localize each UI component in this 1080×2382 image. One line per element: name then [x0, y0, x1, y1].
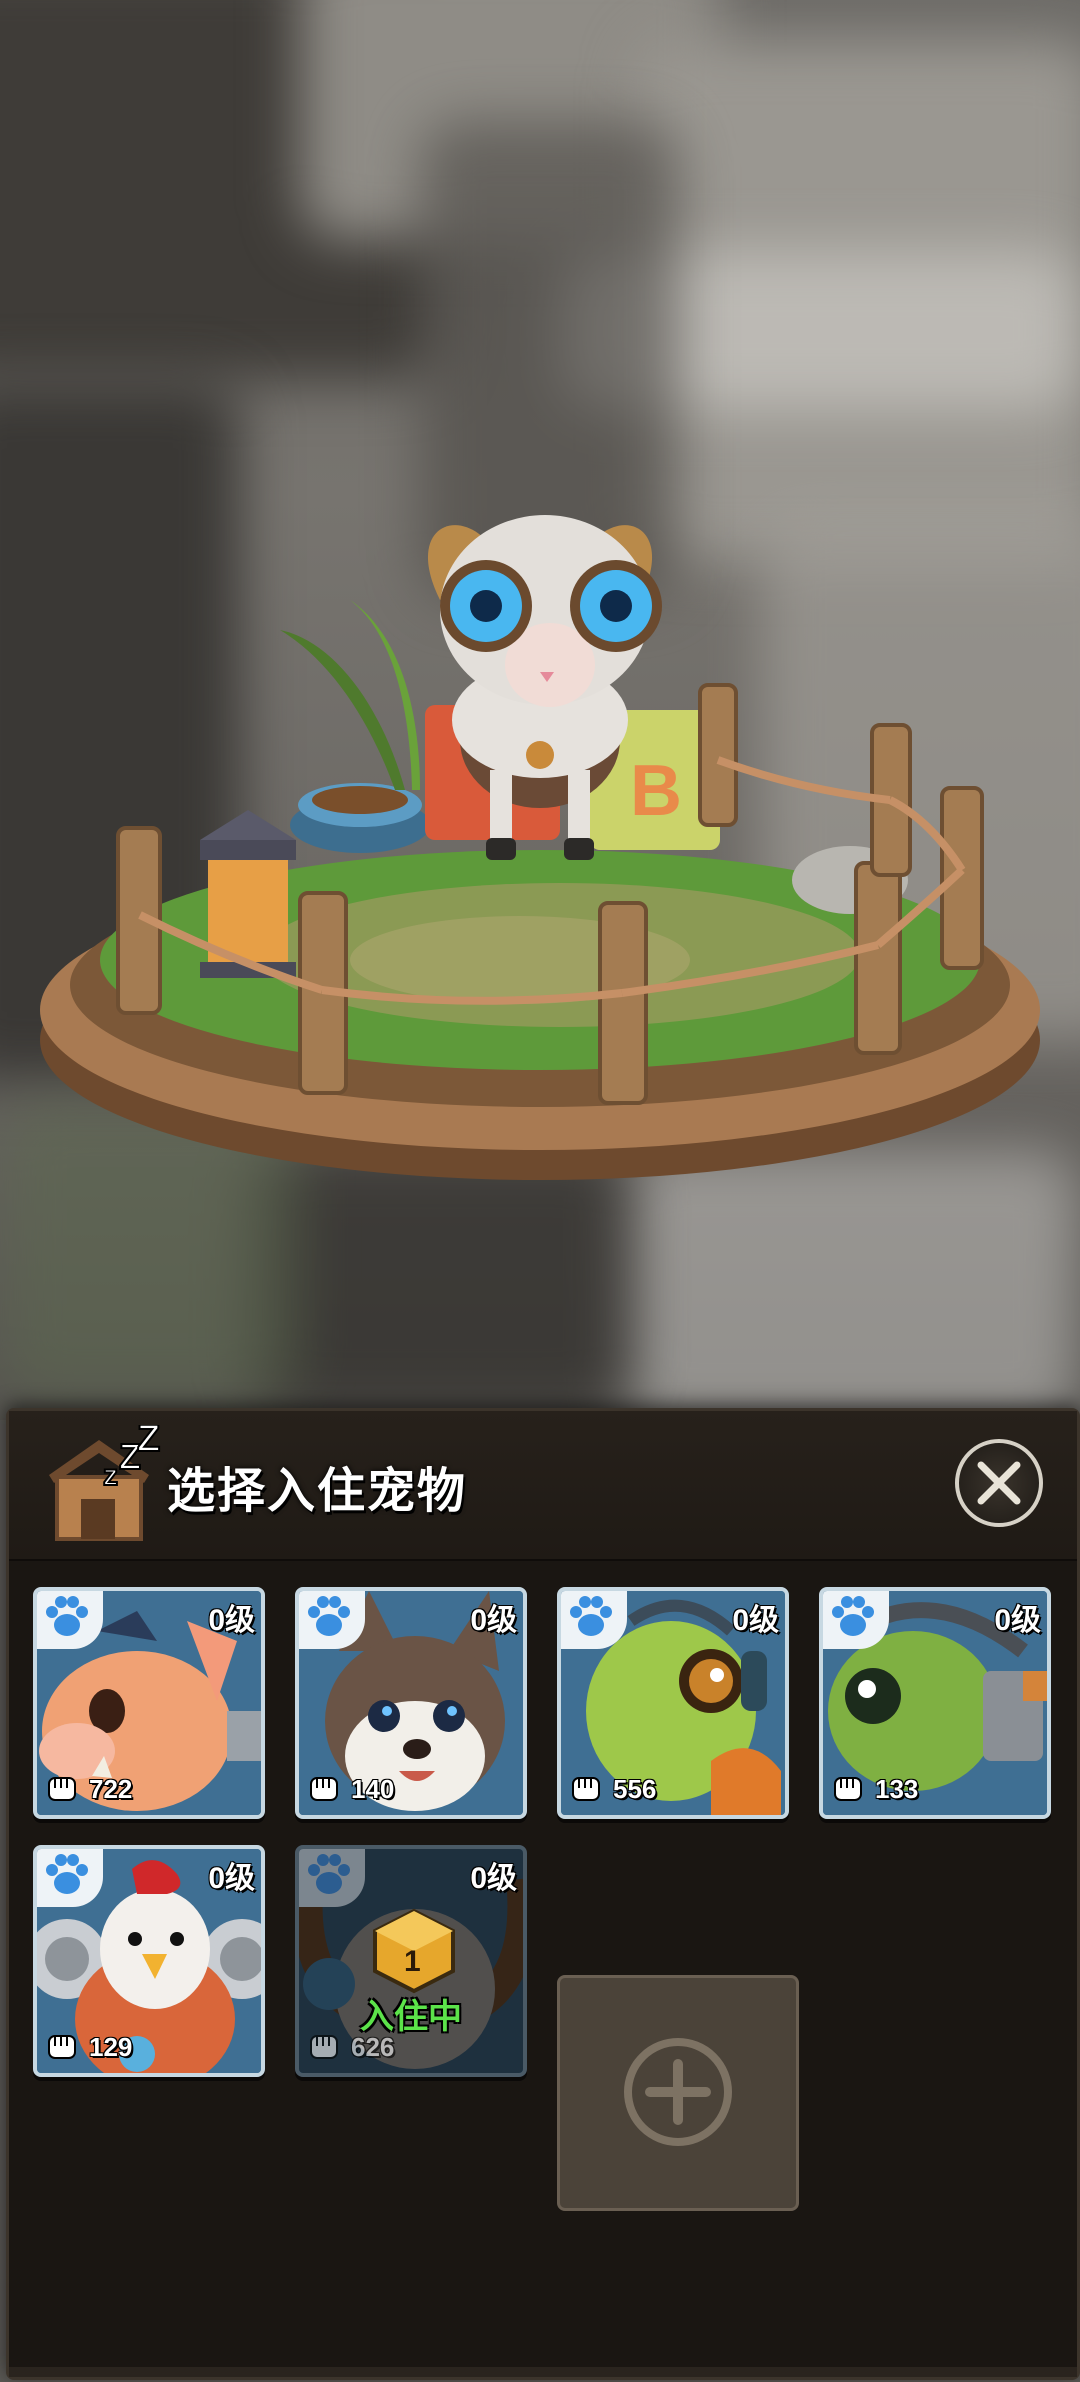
paw-icon [570, 1596, 612, 1636]
pet-card-boar[interactable]: 0级 722 [33, 1587, 265, 1819]
fist-icon [48, 1777, 76, 1801]
paw-icon [308, 1854, 350, 1894]
pet-level: 0级 [208, 1862, 255, 1895]
pet-card-husky[interactable]: 0级 140 [295, 1587, 527, 1819]
pet-power: 626 [307, 2027, 394, 2067]
pet-house-icon: z Z Z [49, 1425, 161, 1541]
pet-card-rooster[interactable]: 0级 129 [33, 1845, 265, 2077]
pet-card-ram-resident[interactable]: 0级 1 入住中 626 [295, 1845, 527, 2077]
pet-level: 0级 [470, 1604, 517, 1637]
fist-icon [572, 1777, 600, 1801]
pet-select-panel: z Z Z 选择入住宠物 0级 722 0级 140 0级 556 0级 133… [6, 1408, 1080, 2380]
paw-icon [46, 1596, 88, 1636]
svg-text:z: z [103, 1459, 118, 1492]
pet-pen-scene[interactable]: B [0, 0, 1080, 1400]
paw-tab [37, 1591, 103, 1649]
pet-power-value: 133 [875, 1773, 919, 1804]
pet-power: 556 [569, 1769, 656, 1809]
pet-level: 0级 [208, 1604, 255, 1637]
pet-card-turtle[interactable]: 0级 133 [819, 1587, 1051, 1819]
paw-tab [561, 1591, 627, 1649]
pet-power: 140 [307, 1769, 394, 1809]
pet-power: 129 [45, 2027, 132, 2067]
fist-icon [48, 2035, 76, 2059]
close-button[interactable] [955, 1439, 1043, 1527]
pet-card-chameleon[interactable]: 0级 556 [557, 1587, 789, 1819]
panel-title: 选择入住宠物 [167, 1465, 468, 1518]
pet-level: 0级 [470, 1862, 517, 1895]
paw-tab [37, 1849, 103, 1907]
fist-icon [310, 2035, 338, 2059]
paw-icon [46, 1854, 88, 1894]
badge-number: 1 [404, 1945, 421, 1978]
pet-power-value: 626 [351, 2031, 395, 2062]
paw-tab [299, 1849, 365, 1907]
plus-circle-icon [624, 2038, 732, 2146]
pet-grid: 0级 722 0级 140 0级 556 0级 133 0级 129 0级 1 … [9, 1561, 1077, 2373]
paw-icon [308, 1596, 350, 1636]
pet-level: 0级 [994, 1604, 1041, 1637]
pet-power-value: 140 [351, 1773, 395, 1804]
svg-text:Z: Z [137, 1425, 160, 1460]
pet-power: 133 [831, 1769, 918, 1809]
panel-bottom-edge [9, 2367, 1077, 2377]
fist-icon [310, 1777, 338, 1801]
pet-power-value: 722 [89, 1773, 133, 1804]
pet-power-value: 129 [89, 2031, 133, 2062]
close-icon [977, 1461, 1021, 1505]
paw-tab [823, 1591, 889, 1649]
house-badge-icon: 1 [373, 1908, 455, 1994]
panel-header: z Z Z 选择入住宠物 [9, 1411, 1077, 1561]
pet-level: 0级 [732, 1604, 779, 1637]
svg-text:B: B [630, 751, 682, 831]
add-pet-slot[interactable] [557, 1975, 799, 2211]
fist-icon [834, 1777, 862, 1801]
pet-power-value: 556 [613, 1773, 657, 1804]
pet-power: 722 [45, 1769, 132, 1809]
paw-icon [832, 1596, 874, 1636]
paw-tab [299, 1591, 365, 1649]
